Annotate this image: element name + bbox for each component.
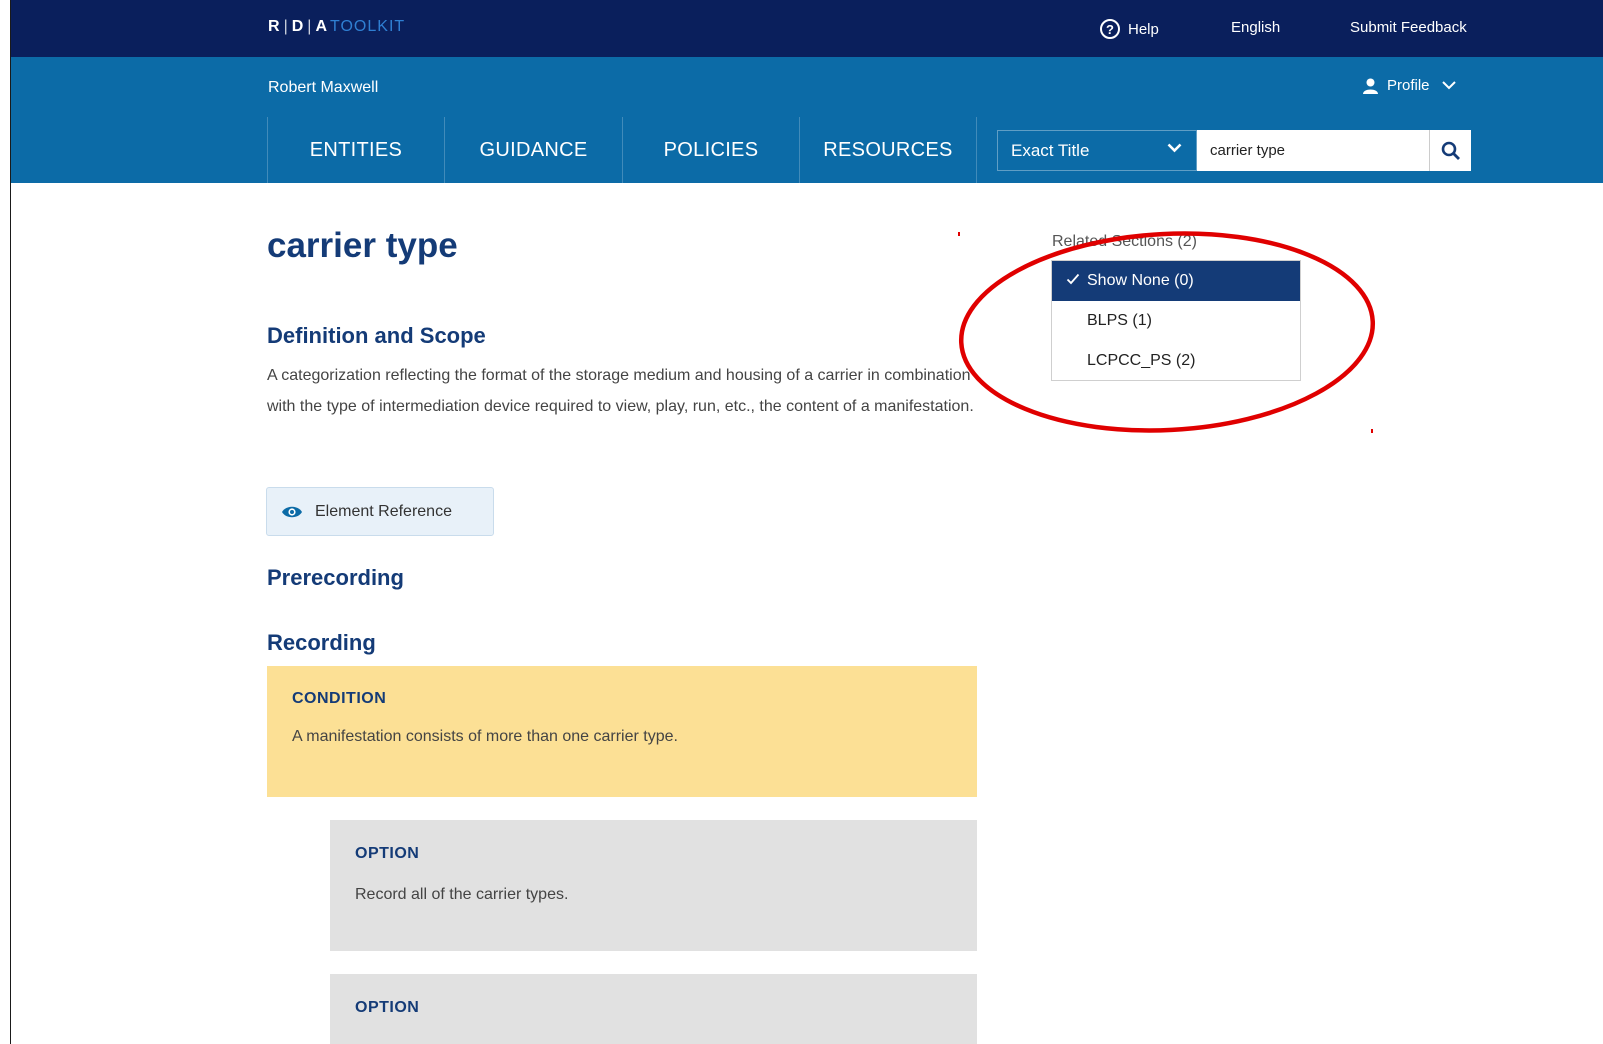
question-circle-icon: ?: [1100, 19, 1120, 39]
search-type-select[interactable]: Exact Title: [997, 130, 1197, 171]
condition-box: CONDITION A manifestation consists of mo…: [267, 666, 977, 797]
option-label: OPTION: [355, 999, 420, 1016]
recording-heading[interactable]: Recording: [267, 630, 376, 656]
brand-d: D: [291, 18, 305, 35]
submit-feedback-link[interactable]: Submit Feedback: [1350, 19, 1467, 36]
brand-separator: |: [307, 18, 313, 35]
user-icon: [1363, 78, 1378, 94]
check-icon: [1066, 273, 1080, 285]
help-link[interactable]: ? Help: [1100, 19, 1159, 39]
search-type-value: Exact Title: [1011, 140, 1090, 160]
user-name: Robert Maxwell: [268, 79, 379, 96]
help-label: Help: [1128, 20, 1159, 38]
related-sections-item-lcpcc-ps[interactable]: LCPCC_PS (2): [1052, 341, 1300, 381]
annotation-mark: [958, 232, 960, 236]
brand-r: R: [268, 18, 281, 35]
nav-policies[interactable]: POLICIES: [622, 117, 799, 183]
search-button[interactable]: [1429, 130, 1471, 171]
prerecording-heading[interactable]: Prerecording: [267, 565, 404, 591]
top-bar: R | D | A TOOLKIT ? Help English Submit Feedb…: [11, 0, 1603, 57]
search-icon: [1441, 141, 1460, 160]
option-box: OPTION: [330, 974, 977, 1044]
page-title: carrier type: [267, 226, 458, 265]
annotation-mark: [1371, 429, 1373, 433]
profile-menu[interactable]: Profile: [1362, 77, 1464, 94]
eye-icon: [282, 506, 302, 517]
language-selector[interactable]: English: [1231, 19, 1280, 36]
related-sections-label[interactable]: Related Sections (2): [1052, 233, 1197, 251]
main-nav: ENTITIES GUIDANCE POLICIES RESOURCES: [267, 117, 977, 183]
chevron-down-icon: [1167, 143, 1182, 153]
chevron-down-icon: [1441, 81, 1456, 90]
profile-label: Profile: [1387, 77, 1430, 94]
element-reference-button[interactable]: Element Reference: [266, 487, 494, 536]
nav-resources[interactable]: RESOURCES: [799, 117, 977, 183]
brand-separator: |: [283, 18, 289, 35]
site-header: Robert Maxwell Profile ENTITIES GUIDANCE…: [11, 57, 1603, 183]
option-box: OPTION Record all of the carrier types.: [330, 820, 977, 951]
definition-heading: Definition and Scope: [267, 323, 486, 348]
nav-guidance[interactable]: GUIDANCE: [444, 117, 622, 183]
nav-entities[interactable]: ENTITIES: [267, 117, 444, 183]
search-input[interactable]: [1197, 130, 1429, 171]
brand-toolkit: TOOLKIT: [330, 18, 406, 35]
related-sections-item-label: LCPCC_PS (2): [1087, 352, 1196, 369]
related-sections-item-label: BLPS (1): [1087, 312, 1152, 329]
brand-logo[interactable]: R | D | A TOOLKIT: [268, 18, 405, 36]
related-sections-item-show-none[interactable]: Show None (0): [1052, 261, 1300, 301]
related-sections-dropdown: Show None (0) BLPS (1) LCPCC_PS (2): [1051, 260, 1301, 381]
option-label: OPTION: [355, 845, 420, 862]
condition-label: CONDITION: [292, 690, 387, 707]
option-text: Record all of the carrier types.: [355, 886, 569, 903]
related-sections-item-label: Show None (0): [1087, 272, 1194, 289]
condition-text: A manifestation consists of more than on…: [292, 728, 678, 745]
brand-a: A: [315, 18, 328, 35]
definition-text: A categorization reflecting the format o…: [267, 367, 974, 415]
element-reference-label: Element Reference: [315, 502, 452, 520]
related-sections-item-blps[interactable]: BLPS (1): [1052, 301, 1300, 341]
